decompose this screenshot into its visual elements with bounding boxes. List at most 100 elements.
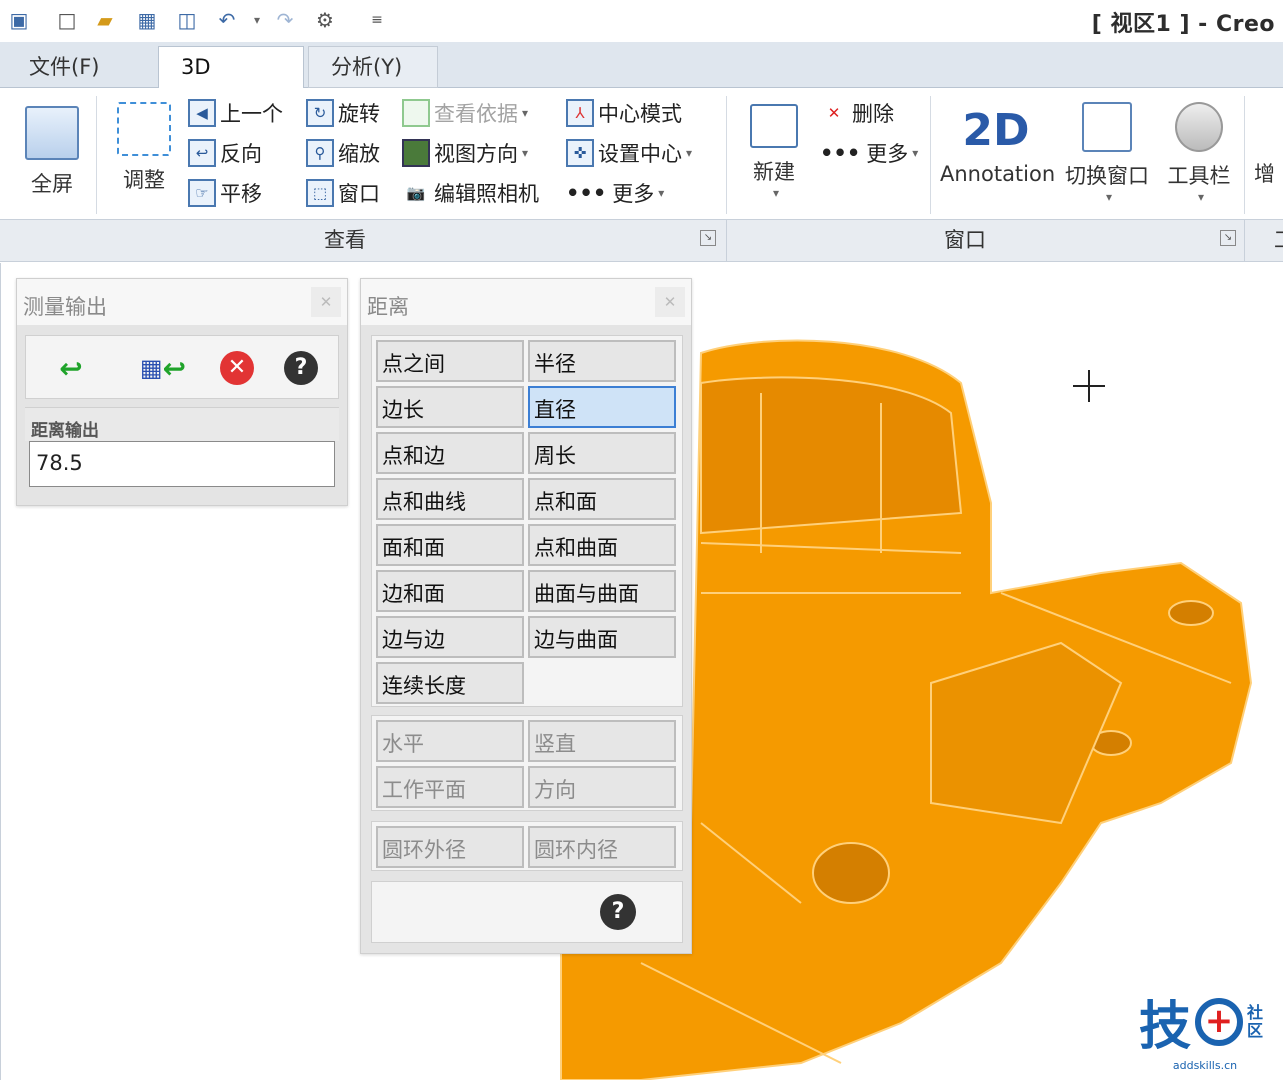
switch-window-icon xyxy=(1082,102,1132,152)
option-direction[interactable]: 方向 xyxy=(528,766,676,808)
option-edge-face[interactable]: 边和面 xyxy=(376,570,524,612)
view-basis-button[interactable]: 查看依据 ▾ xyxy=(402,96,528,130)
option-point-surface[interactable]: 点和曲面 xyxy=(528,524,676,566)
dialog-launcher-icon[interactable]: ↘ xyxy=(700,230,716,246)
close-icon[interactable]: ✕ xyxy=(655,287,685,317)
option-edge-surface[interactable]: 边与曲面 xyxy=(528,616,676,658)
center-mode-label: 中心模式 xyxy=(598,102,682,126)
app-icon[interactable]: ▣ xyxy=(6,6,32,34)
option-perimeter[interactable]: 周长 xyxy=(528,432,676,474)
more-dots-icon: ••• xyxy=(566,181,607,205)
tab-3d-access[interactable]: 3D Access xyxy=(158,46,304,119)
new-window-label: 新建 xyxy=(753,160,795,184)
separator xyxy=(930,96,931,214)
edit-camera-button[interactable]: 📷 编辑照相机 xyxy=(402,176,539,210)
zoom-icon: ⚲ xyxy=(306,139,334,167)
watermark-url: addskills.cn xyxy=(1172,1059,1238,1072)
window-zoom-icon: ⬚ xyxy=(306,179,334,207)
zoom-button[interactable]: ⚲ 缩放 xyxy=(306,136,380,170)
edit-camera-label: 编辑照相机 xyxy=(434,182,539,206)
option-point-edge[interactable]: 点和边 xyxy=(376,432,524,474)
annotation-2d-icon: 2D xyxy=(962,105,1030,156)
regenerate-icon[interactable]: ⚙ xyxy=(312,6,338,34)
option-ring-outer-diameter[interactable]: 圆环外径 xyxy=(376,826,524,868)
center-mode-icon: ⅄ xyxy=(566,99,594,127)
partial-ribbon-button[interactable]: 增 xyxy=(1254,158,1283,188)
switch-window-button[interactable]: 切换窗口 ▾ xyxy=(1060,102,1154,204)
calculator-enter-icon[interactable]: ▦ ↩ xyxy=(130,350,196,386)
view-basis-icon xyxy=(402,99,430,127)
fullscreen-button[interactable]: 全屏 xyxy=(20,106,84,198)
separator xyxy=(1244,220,1245,262)
group-label-window: 窗口 xyxy=(944,228,986,252)
measure-toolbar: ↩ ▦ ↩ ✕ ? xyxy=(25,335,339,399)
undo-icon[interactable]: ↶ xyxy=(214,6,240,34)
delete-window-button[interactable]: ✕ 删除 xyxy=(820,96,894,130)
more-window-label: 更多 xyxy=(866,142,909,166)
option-point-to-point[interactable]: 点之间 xyxy=(376,340,524,382)
help-icon[interactable]: ? xyxy=(282,350,320,386)
view-direction-button[interactable]: 视图方向 ▾ xyxy=(402,136,528,170)
toolbar-label: 工具栏 xyxy=(1167,164,1231,188)
redo-icon[interactable]: ↷ xyxy=(272,6,298,34)
zoom-label: 缩放 xyxy=(338,142,380,166)
help-icon[interactable]: ? xyxy=(600,894,636,930)
close-icon[interactable]: ✕ xyxy=(311,287,341,317)
option-vertical[interactable]: 竖直 xyxy=(528,720,676,762)
separator xyxy=(1244,96,1245,214)
option-radius[interactable]: 半径 xyxy=(528,340,676,382)
prev-button[interactable]: ◀ 上一个 xyxy=(188,96,283,130)
option-point-curve[interactable]: 点和曲线 xyxy=(376,478,524,520)
pan-button[interactable]: ☞ 平移 xyxy=(188,176,262,210)
save-icon[interactable]: ▦ xyxy=(134,6,160,34)
watermark-logo: 技 + 社区 addskills.cn xyxy=(1139,984,1271,1072)
distance-output-field[interactable]: 78.5 xyxy=(29,441,335,487)
option-edge-edge[interactable]: 边与边 xyxy=(376,616,524,658)
cancel-icon[interactable]: ✕ xyxy=(218,350,256,386)
set-center-button[interactable]: ✜ 设置中心 ▾ xyxy=(566,136,692,170)
open-icon[interactable]: ▰ xyxy=(92,6,118,34)
option-continuous-length[interactable]: 连续长度 xyxy=(376,662,524,704)
adjust-button[interactable]: 调整 xyxy=(112,102,176,194)
print-preview-icon[interactable]: ◫ xyxy=(174,6,200,34)
undo-dropdown-icon[interactable]: ▾ xyxy=(244,6,270,34)
window-zoom-button[interactable]: ⬚ 窗口 xyxy=(306,176,380,210)
option-diameter[interactable]: 直径 xyxy=(528,386,676,428)
rotate-label: 旋转 xyxy=(338,102,380,126)
annotation-button[interactable]: 2D Annotation xyxy=(940,102,1055,186)
option-surface-surface[interactable]: 曲面与曲面 xyxy=(528,570,676,612)
more-window-button[interactable]: ••• 更多 ▾ xyxy=(820,136,918,170)
ring-options-grid: 圆环外径 圆环内径 xyxy=(371,821,683,871)
adjust-label: 调整 xyxy=(123,168,165,192)
option-ring-inner-diameter[interactable]: 圆环内径 xyxy=(528,826,676,868)
center-mode-button[interactable]: ⅄ 中心模式 xyxy=(566,96,682,130)
reverse-button[interactable]: ↩ 反向 xyxy=(188,136,262,170)
fullscreen-label: 全屏 xyxy=(31,172,73,196)
option-face-face[interactable]: 面和面 xyxy=(376,524,524,566)
switch-window-label: 切换窗口 xyxy=(1065,164,1149,188)
option-edge-length[interactable]: 边长 xyxy=(376,386,524,428)
watermark-brand: 技 xyxy=(1138,997,1191,1057)
dialog-launcher-icon[interactable]: ↘ xyxy=(1220,230,1236,246)
enter-arrow-icon[interactable]: ↩ xyxy=(52,350,90,386)
toolbar-button[interactable]: 工具栏 ▾ xyxy=(1162,102,1236,204)
more-view-button[interactable]: ••• 更多 ▾ xyxy=(566,176,664,210)
prev-label: 上一个 xyxy=(220,102,283,126)
camera-icon: 📷 xyxy=(406,184,426,202)
delete-icon: ✕ xyxy=(827,104,841,122)
option-work-plane[interactable]: 工作平面 xyxy=(376,766,524,808)
adjust-icon xyxy=(117,102,171,156)
rotate-button[interactable]: ↻ 旋转 xyxy=(306,96,380,130)
direction-options-grid: 水平 竖直 工作平面 方向 xyxy=(371,715,683,811)
customize-icon[interactable]: ≡ xyxy=(364,6,390,34)
tab-file[interactable]: 文件(F) xyxy=(6,46,154,88)
reverse-label: 反向 xyxy=(220,142,262,166)
new-icon[interactable]: □ xyxy=(54,6,80,34)
separator xyxy=(726,96,727,214)
new-window-button[interactable]: 新建 ▾ xyxy=(744,104,804,200)
view-direction-icon xyxy=(402,139,430,167)
chevron-down-icon: ▾ xyxy=(686,146,693,160)
option-point-face[interactable]: 点和面 xyxy=(528,478,676,520)
tab-analysis[interactable]: 分析(Y) xyxy=(308,46,438,88)
option-horizontal[interactable]: 水平 xyxy=(376,720,524,762)
